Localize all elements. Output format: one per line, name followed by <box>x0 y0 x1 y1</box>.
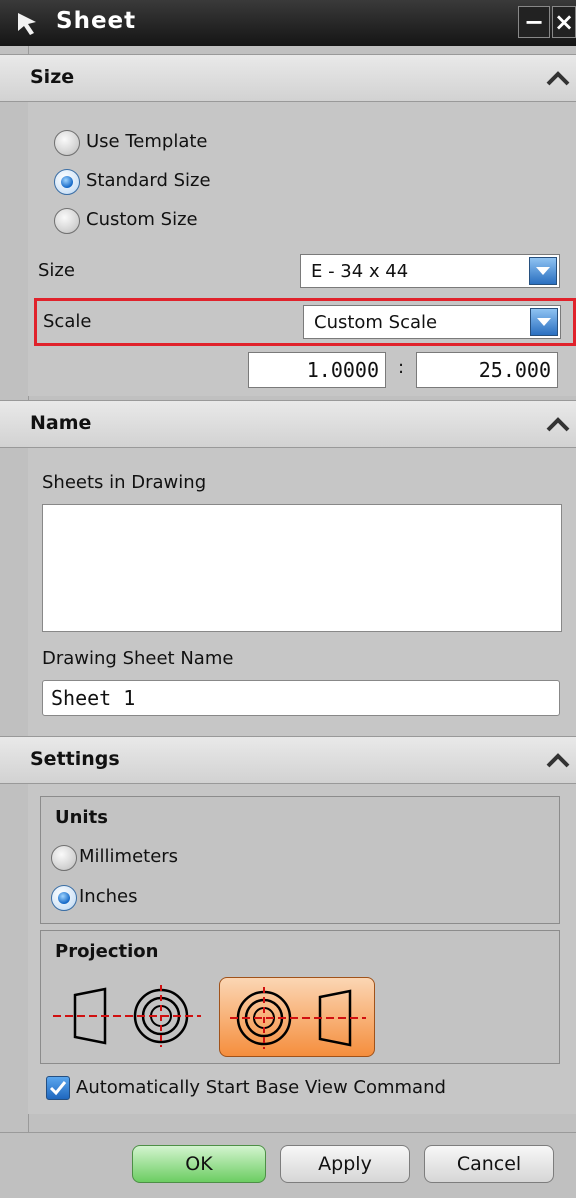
size-dropdown[interactable]: E - 34 x 44 <box>300 254 560 288</box>
name-panel: Sheets in Drawing Drawing Sheet Name She… <box>28 448 576 742</box>
checkmark-icon <box>49 1081 67 1096</box>
inches-radio[interactable] <box>51 885 77 911</box>
scale-separator: : <box>398 357 405 378</box>
size-section-header[interactable]: Size <box>0 54 576 102</box>
auto-start-label: Automatically Start Base View Command <box>76 1077 446 1098</box>
sheets-list[interactable] <box>42 504 562 632</box>
units-group: Units Millimeters Inches <box>40 796 560 924</box>
scale-denominator-input[interactable]: 25.000 <box>416 352 558 388</box>
use-template-radio[interactable] <box>54 130 80 156</box>
name-section-header[interactable]: Name <box>0 400 576 448</box>
scale-numerator-input[interactable]: 1.0000 <box>248 352 386 388</box>
scale-numerator-value: 1.0000 <box>306 358 379 382</box>
sheets-in-drawing-label: Sheets in Drawing <box>42 472 207 493</box>
apply-button[interactable]: Apply <box>280 1145 410 1183</box>
third-angle-projection-icon <box>230 987 366 1049</box>
sheet-dialog: Sheet − × Size Use Template Standard Siz… <box>0 0 576 1198</box>
scale-row-highlight: Scale Custom Scale <box>34 298 576 346</box>
settings-panel: Units Millimeters Inches Projection Auto… <box>28 784 576 1114</box>
units-label: Units <box>55 807 108 828</box>
settings-section-header[interactable]: Settings <box>0 736 576 784</box>
minimize-icon[interactable]: − <box>518 6 550 38</box>
dropdown-arrow-icon[interactable] <box>530 308 558 336</box>
collapse-chevron-icon[interactable] <box>540 62 576 94</box>
millimeters-label: Millimeters <box>79 846 179 867</box>
scale-dropdown-value: Custom Scale <box>314 312 438 333</box>
first-angle-projection-icon[interactable] <box>51 981 211 1051</box>
auto-start-checkbox[interactable] <box>46 1076 70 1100</box>
settings-section-title: Settings <box>30 748 120 770</box>
drawing-sheet-name-label: Drawing Sheet Name <box>42 648 234 669</box>
collapse-chevron-icon[interactable] <box>540 744 576 776</box>
sheet-name-value: Sheet 1 <box>51 686 136 710</box>
standard-size-label: Standard Size <box>86 170 211 191</box>
left-strip <box>0 46 29 1197</box>
collapse-chevron-icon[interactable] <box>540 408 576 440</box>
size-section-title: Size <box>30 66 75 88</box>
projection-label: Projection <box>55 941 159 962</box>
dropdown-arrow-icon[interactable] <box>529 257 557 285</box>
scale-label: Scale <box>43 311 92 332</box>
third-angle-projection-button[interactable] <box>219 977 375 1057</box>
ok-button[interactable]: OK <box>132 1145 266 1183</box>
inches-label: Inches <box>79 886 138 907</box>
size-dropdown-value: E - 34 x 44 <box>311 261 409 282</box>
close-icon[interactable]: × <box>552 6 576 38</box>
window-title: Sheet <box>56 8 137 34</box>
button-bar: OK Apply Cancel <box>0 1132 576 1198</box>
standard-size-radio[interactable] <box>54 169 80 195</box>
sheet-name-input[interactable]: Sheet 1 <box>42 680 560 716</box>
scale-dropdown[interactable]: Custom Scale <box>303 305 561 339</box>
cancel-button[interactable]: Cancel <box>424 1145 554 1183</box>
title-bar[interactable]: Sheet − × <box>0 0 576 46</box>
select-arrow-icon <box>18 13 36 35</box>
size-label: Size <box>38 260 75 281</box>
scale-denominator-value: 25.000 <box>478 358 551 382</box>
projection-group: Projection <box>40 930 560 1064</box>
custom-size-label: Custom Size <box>86 209 198 230</box>
name-section-title: Name <box>30 412 92 434</box>
millimeters-radio[interactable] <box>51 845 77 871</box>
custom-size-radio[interactable] <box>54 208 80 234</box>
use-template-label: Use Template <box>86 131 208 152</box>
